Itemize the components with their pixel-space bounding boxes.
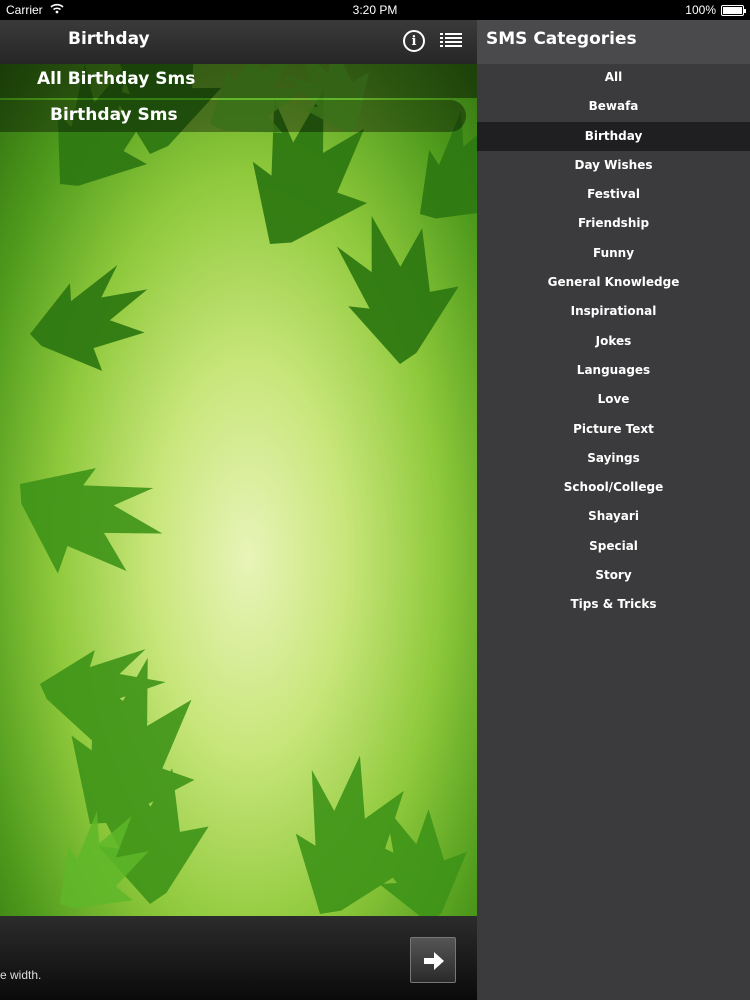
category-item-all[interactable]: All: [477, 63, 750, 92]
nav-bar: Birthday i: [0, 20, 477, 64]
category-item-day-wishes[interactable]: Day Wishes: [477, 151, 750, 180]
category-item-languages[interactable]: Languages: [477, 356, 750, 385]
category-item-jokes[interactable]: Jokes: [477, 327, 750, 356]
subcategory-label: Birthday Sms: [50, 105, 178, 125]
category-item-general-knowledge[interactable]: General Knowledge: [477, 268, 750, 297]
leaf-background-image: All Birthday Sms Birthday Sms: [0, 64, 477, 916]
status-bar: Carrier 3:20 PM 100%: [0, 0, 750, 20]
sidebar-header: SMS Categories: [477, 20, 750, 64]
leaf-artwork: [5, 64, 477, 916]
battery-percentage: 100%: [685, 3, 716, 17]
subcategory-item-all-birthday-sms[interactable]: All Birthday Sms: [0, 64, 477, 98]
category-item-funny[interactable]: Funny: [477, 239, 750, 268]
category-item-picture-text[interactable]: Picture Text: [477, 415, 750, 444]
footer-text: e width.: [0, 968, 42, 982]
category-item-sayings[interactable]: Sayings: [477, 444, 750, 473]
subcategory-label: All Birthday Sms: [37, 69, 196, 89]
category-item-festival[interactable]: Festival: [477, 180, 750, 209]
category-item-tips-tricks[interactable]: Tips & Tricks: [477, 590, 750, 619]
categories-sidebar: SMS Categories All Bewafa Birthday Day W…: [477, 20, 750, 1000]
category-item-friendship[interactable]: Friendship: [477, 209, 750, 238]
category-item-school-college[interactable]: School/College: [477, 473, 750, 502]
main-panel: Birthday i All Birthday Sms Birthday Sms…: [0, 20, 477, 1000]
list-icon[interactable]: [440, 31, 462, 51]
sidebar-title: SMS Categories: [486, 29, 637, 49]
arrow-right-icon: [424, 952, 444, 970]
category-item-shayari[interactable]: Shayari: [477, 502, 750, 531]
category-item-birthday[interactable]: Birthday: [477, 121, 750, 151]
info-icon[interactable]: i: [403, 30, 425, 52]
clock: 3:20 PM: [352, 3, 398, 17]
category-item-inspirational[interactable]: Inspirational: [477, 297, 750, 326]
category-list: All Bewafa Birthday Day Wishes Festival …: [477, 63, 750, 620]
category-item-bewafa[interactable]: Bewafa: [477, 92, 750, 121]
page-title: Birthday: [68, 29, 150, 49]
subcategory-item-birthday-sms[interactable]: Birthday Sms: [0, 100, 466, 132]
battery-icon: [721, 5, 746, 16]
category-item-love[interactable]: Love: [477, 385, 750, 414]
bottom-toolbar: e width.: [0, 916, 477, 1000]
category-item-special[interactable]: Special: [477, 532, 750, 561]
category-item-story[interactable]: Story: [477, 561, 750, 590]
next-button[interactable]: [410, 937, 456, 983]
